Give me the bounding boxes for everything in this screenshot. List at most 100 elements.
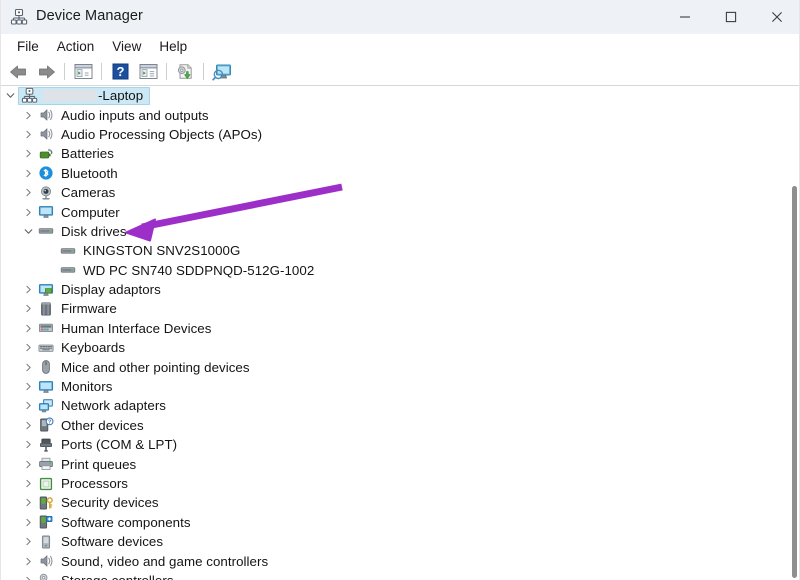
chevron-right-icon[interactable] <box>20 513 36 532</box>
tree-row-monitors[interactable]: Monitors <box>0 377 800 396</box>
disk-drive-icon <box>36 222 56 241</box>
chevron-right-icon[interactable] <box>20 455 36 474</box>
tree-row-audio-processing-objects[interactable]: Audio Processing Objects (APOs) <box>0 125 800 144</box>
tree-label: KINGSTON SNV2S1000G <box>83 243 241 259</box>
svg-text:?: ? <box>48 420 51 426</box>
chevron-down-icon[interactable] <box>20 222 36 241</box>
chevron-right-icon[interactable] <box>20 552 36 571</box>
tree-row-human-interface-devices[interactable]: Human Interface Devices <box>0 319 800 338</box>
chevron-right-icon[interactable] <box>20 164 36 183</box>
scrollbar-thumb[interactable] <box>792 186 797 578</box>
tree-label: Mice and other pointing devices <box>61 359 250 375</box>
tree-row-display-adaptors[interactable]: Display adaptors <box>0 280 800 299</box>
chevron-right-icon[interactable] <box>20 474 36 493</box>
back-button[interactable] <box>5 60 31 83</box>
tree-label: Audio inputs and outputs <box>61 107 209 123</box>
chevron-right-icon[interactable] <box>20 435 36 454</box>
tree-label: Cameras <box>61 185 116 201</box>
chevron-right-icon[interactable] <box>20 203 36 222</box>
security-device-icon <box>36 493 56 512</box>
speaker-icon <box>36 125 56 144</box>
help-button[interactable]: ? <box>107 60 133 83</box>
tree-row-security-devices[interactable]: Security devices <box>0 493 800 512</box>
scan-for-hardware-changes-button[interactable] <box>209 60 235 83</box>
menu-item-help[interactable]: Help <box>150 37 196 56</box>
chevron-right-icon[interactable] <box>20 183 36 202</box>
display-adapter-icon <box>36 280 56 299</box>
chevron-right-icon[interactable] <box>20 280 36 299</box>
chevron-right-icon[interactable] <box>20 338 36 357</box>
tree-label: Monitors <box>61 379 113 395</box>
minimize-button[interactable] <box>662 0 708 34</box>
vertical-scrollbar[interactable] <box>785 86 800 580</box>
maximize-button[interactable] <box>708 0 754 34</box>
tree-row-cameras[interactable]: Cameras <box>0 183 800 202</box>
chevron-right-icon[interactable] <box>20 377 36 396</box>
forward-arrow-icon <box>38 65 55 78</box>
chevron-right-icon[interactable] <box>20 358 36 377</box>
tree-row-mice-and-other-pointing-devices[interactable]: Mice and other pointing devices <box>0 357 800 376</box>
device-tree[interactable]: -Laptop Audio inputs and outputs Audio P… <box>0 86 800 580</box>
disk-drive-icon <box>58 261 78 280</box>
forward-button[interactable] <box>33 60 59 83</box>
minimize-icon <box>680 16 690 18</box>
tree-label: Software devices <box>61 534 164 550</box>
update-driver-button[interactable] <box>172 60 198 83</box>
tree-row-bluetooth[interactable]: Bluetooth <box>0 164 800 183</box>
chevron-right-icon[interactable] <box>20 493 36 512</box>
tree-row-disk-drives[interactable]: Disk drives <box>0 222 800 241</box>
tree-row-other-devices[interactable]: ? Other devices <box>0 416 800 435</box>
maximize-icon <box>725 11 737 23</box>
chevron-right-icon[interactable] <box>20 416 36 435</box>
tree-row-ports[interactable]: Ports (COM & LPT) <box>0 435 800 454</box>
toolbar-separator <box>166 63 167 80</box>
tree-label: Network adapters <box>61 398 167 414</box>
tree-row-software-components[interactable]: Software components <box>0 513 800 532</box>
tree-row-firmware[interactable]: Firmware <box>0 299 800 318</box>
properties-button[interactable] <box>135 60 161 83</box>
tree-row-batteries[interactable]: Batteries <box>0 144 800 163</box>
menu-item-file[interactable]: File <box>8 37 48 56</box>
tree-row-network-adapters[interactable]: Network adapters <box>0 396 800 415</box>
properties-icon <box>139 64 157 79</box>
toolbar-separator <box>64 63 65 80</box>
chevron-right-icon[interactable] <box>20 532 36 551</box>
menu-item-action[interactable]: Action <box>48 37 104 56</box>
show-hide-console-tree-button[interactable] <box>70 60 96 83</box>
port-icon <box>36 435 56 454</box>
tree-label: Display adaptors <box>61 282 161 298</box>
tree-row-print-queues[interactable]: Print queues <box>0 454 800 473</box>
tree-row-processors[interactable]: Processors <box>0 474 800 493</box>
device-manager-window: Device Manager File Action View Help ? -… <box>0 0 800 580</box>
menu-item-view[interactable]: View <box>103 37 150 56</box>
chevron-right-icon[interactable] <box>20 106 36 125</box>
tree-row-root[interactable]: -Laptop <box>0 86 800 105</box>
software-component-icon <box>36 513 56 532</box>
chevron-right-icon[interactable] <box>20 319 36 338</box>
chevron-right-icon[interactable] <box>20 396 36 415</box>
scan-for-hardware-changes-icon <box>211 64 231 80</box>
tree-label: Other devices <box>61 417 144 433</box>
chevron-right-icon[interactable] <box>20 571 36 580</box>
close-button[interactable] <box>754 0 800 34</box>
tree-row-kingston-snv2s1000g[interactable]: KINGSTON SNV2S1000G <box>0 241 800 260</box>
printer-icon <box>36 455 56 474</box>
keyboard-icon <box>36 338 56 357</box>
software-device-icon <box>36 532 56 551</box>
root-selection[interactable]: -Laptop <box>18 86 151 105</box>
tree-row-wd-pc-sn740[interactable]: WD PC SN740 SDDPNQD-512G-1002 <box>0 261 800 280</box>
firmware-icon <box>36 299 56 318</box>
chevron-down-icon[interactable] <box>2 86 18 105</box>
tree-row-sound-video-and-game-controllers[interactable]: Sound, video and game controllers <box>0 551 800 570</box>
tree-row-computer[interactable]: Computer <box>0 202 800 221</box>
chevron-right-icon[interactable] <box>20 299 36 318</box>
chevron-right-icon[interactable] <box>20 125 36 144</box>
window-border-left <box>0 0 1 580</box>
title-bar: Device Manager <box>0 0 800 34</box>
tree-label: Sound, video and game controllers <box>61 553 269 569</box>
tree-row-keyboards[interactable]: Keyboards <box>0 338 800 357</box>
tree-row-software-devices[interactable]: Software devices <box>0 532 800 551</box>
chevron-right-icon[interactable] <box>20 144 36 163</box>
tree-row-storage-controllers[interactable]: Storage controllers <box>0 571 800 580</box>
tree-row-audio-inputs-and-outputs[interactable]: Audio inputs and outputs <box>0 105 800 124</box>
